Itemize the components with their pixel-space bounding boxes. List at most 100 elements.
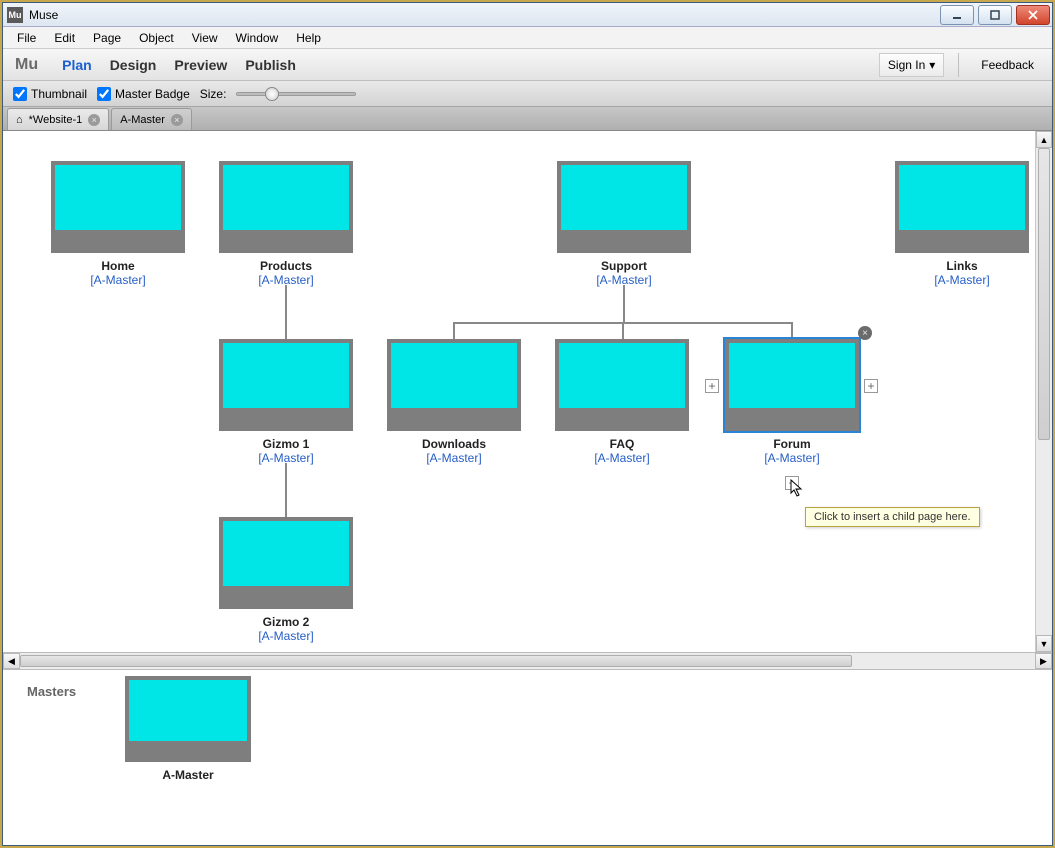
menu-view[interactable]: View (184, 29, 226, 47)
horizontal-scroll-track[interactable] (20, 653, 1035, 669)
masters-label: Masters (27, 684, 76, 699)
menu-help[interactable]: Help (288, 29, 329, 47)
insert-sibling-before-button[interactable]: + (705, 379, 719, 393)
page-title: Support (557, 259, 691, 273)
page-thumb-forum[interactable]: Forum [A-Master] (725, 339, 859, 465)
thumbnail-checkbox[interactable]: Thumbnail (13, 87, 87, 101)
divider (958, 53, 959, 77)
mode-tab-plan[interactable]: Plan (62, 57, 92, 73)
horizontal-scrollbar[interactable]: ◀ ▶ (3, 652, 1052, 669)
page-title: Home (51, 259, 185, 273)
document-tab-label: *Website-1 (29, 114, 83, 126)
sitemap-canvas[interactable]: Home [A-Master] Products [A-Master] Supp… (3, 131, 1052, 652)
vertical-scroll-track[interactable] (1036, 148, 1052, 635)
insert-sibling-after-button[interactable]: + (864, 379, 878, 393)
menu-edit[interactable]: Edit (46, 29, 83, 47)
horizontal-scroll-thumb[interactable] (20, 655, 852, 667)
sign-in-button[interactable]: Sign In ▾ (879, 53, 944, 77)
mode-tab-preview[interactable]: Preview (174, 57, 227, 73)
page-master-badge: [A-Master] (387, 451, 521, 465)
menu-file[interactable]: File (9, 29, 44, 47)
menu-window[interactable]: Window (228, 29, 287, 47)
connector (623, 285, 625, 323)
page-title: Gizmo 2 (219, 615, 353, 629)
scroll-up-button[interactable]: ▲ (1036, 131, 1052, 148)
titlebar: Mu Muse (3, 3, 1052, 27)
app-icon: Mu (7, 7, 23, 23)
sign-in-label: Sign In (888, 58, 925, 72)
page-title: Forum (725, 437, 859, 451)
page-thumb-support[interactable]: Support [A-Master] (557, 161, 691, 287)
page-title: Gizmo 1 (219, 437, 353, 451)
master-title: A-Master (125, 768, 251, 782)
page-thumb-home[interactable]: Home [A-Master] (51, 161, 185, 287)
minimize-button[interactable] (940, 5, 974, 25)
vertical-scrollbar[interactable]: ▲ ▼ (1035, 131, 1052, 652)
size-slider-thumb[interactable] (265, 87, 279, 101)
optionsbar: Thumbnail Master Badge Size: (3, 81, 1052, 107)
document-tab-website-1[interactable]: ⌂ *Website-1 × (7, 108, 109, 130)
tab-close-icon[interactable]: × (88, 114, 100, 126)
mu-logo: Mu (9, 56, 44, 74)
page-master-badge: [A-Master] (555, 451, 689, 465)
sitemap-pane[interactable]: Home [A-Master] Products [A-Master] Supp… (3, 131, 1052, 652)
tab-close-icon[interactable]: × (171, 114, 183, 126)
document-tab-a-master[interactable]: A-Master × (111, 108, 192, 130)
close-button[interactable] (1016, 5, 1050, 25)
delete-page-button[interactable]: × (858, 326, 872, 340)
page-master-badge: [A-Master] (219, 629, 353, 643)
page-title: Downloads (387, 437, 521, 451)
chevron-down-icon: ▾ (929, 58, 935, 72)
page-thumb-links[interactable]: Links [A-Master] (895, 161, 1029, 287)
page-master-badge: [A-Master] (219, 451, 353, 465)
connector (285, 463, 287, 517)
page-title: FAQ (555, 437, 689, 451)
menubar: File Edit Page Object View Window Help (3, 27, 1052, 49)
scroll-left-button[interactable]: ◀ (3, 653, 20, 669)
maximize-button[interactable] (978, 5, 1012, 25)
page-thumb-products[interactable]: Products [A-Master] (219, 161, 353, 287)
main-area: Home [A-Master] Products [A-Master] Supp… (3, 131, 1052, 845)
mode-tab-design[interactable]: Design (110, 57, 157, 73)
feedback-button[interactable]: Feedback (973, 54, 1042, 76)
connector (791, 322, 793, 339)
menu-object[interactable]: Object (131, 29, 182, 47)
connector (285, 285, 287, 339)
scroll-right-button[interactable]: ▶ (1035, 653, 1052, 669)
master-badge-label: Master Badge (115, 87, 190, 101)
page-master-badge: [A-Master] (725, 451, 859, 465)
page-master-badge: [A-Master] (557, 273, 691, 287)
page-thumb-faq[interactable]: FAQ [A-Master] (555, 339, 689, 465)
masters-pane[interactable]: Masters A-Master (3, 669, 1052, 845)
page-thumb-gizmo-2[interactable]: Gizmo 2 [A-Master] (219, 517, 353, 643)
page-thumb-gizmo-1[interactable]: Gizmo 1 [A-Master] (219, 339, 353, 465)
scroll-down-button[interactable]: ▼ (1036, 635, 1052, 652)
window-title: Muse (29, 8, 58, 22)
size-label: Size: (200, 87, 227, 101)
page-master-badge: [A-Master] (51, 273, 185, 287)
page-thumb-downloads[interactable]: Downloads [A-Master] (387, 339, 521, 465)
connector (453, 322, 455, 339)
modebar: Mu Plan Design Preview Publish Sign In ▾… (3, 49, 1052, 81)
app-window: Mu Muse File Edit Page Object View Windo… (2, 2, 1053, 846)
vertical-scroll-thumb[interactable] (1038, 148, 1050, 440)
menu-page[interactable]: Page (85, 29, 129, 47)
document-tab-label: A-Master (120, 114, 165, 126)
master-badge-checkbox[interactable]: Master Badge (97, 87, 190, 101)
master-badge-checkbox-input[interactable] (97, 87, 111, 101)
connector (622, 322, 624, 339)
page-master-badge: [A-Master] (895, 273, 1029, 287)
insert-child-button[interactable]: + (785, 476, 799, 490)
window-controls (938, 4, 1052, 26)
page-title: Products (219, 259, 353, 273)
thumbnail-checkbox-input[interactable] (13, 87, 27, 101)
document-tabstrip: ⌂ *Website-1 × A-Master × (3, 107, 1052, 131)
page-title: Links (895, 259, 1029, 273)
size-slider[interactable] (236, 92, 356, 96)
tooltip: Click to insert a child page here. (805, 507, 980, 527)
thumbnail-label: Thumbnail (31, 87, 87, 101)
page-master-badge: [A-Master] (219, 273, 353, 287)
mode-tab-publish[interactable]: Publish (245, 57, 296, 73)
sitemap-icon: ⌂ (16, 114, 23, 126)
master-thumb-a-master[interactable]: A-Master (125, 676, 251, 782)
